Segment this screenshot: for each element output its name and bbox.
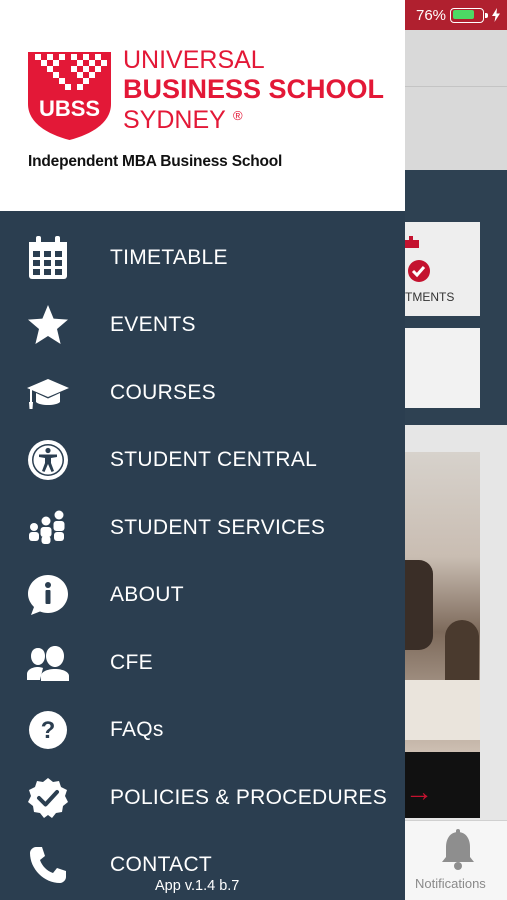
star-icon — [26, 303, 70, 347]
menu-label-cfe: CFE — [110, 650, 153, 674]
menu-item-student-services[interactable]: STUDENT SERVICES — [0, 494, 405, 562]
logo-line-business-school: BUSINESS SCHOOL — [123, 74, 384, 104]
battery-percent: 76% — [416, 6, 447, 24]
menu-label-student-central: STUDENT CENTRAL — [110, 448, 318, 472]
background-divider — [405, 86, 507, 87]
drawer-header: UBSS UNIVERSAL BUSINESS SCHOOL SYDNEY ® … — [0, 0, 405, 211]
menu-item-policies-procedures[interactable]: POLICIES & PROCEDURES — [0, 764, 405, 832]
menu-item-timetable[interactable]: TIMETABLE — [0, 224, 405, 292]
app-version: App v.1.4 b.7 — [155, 878, 240, 894]
tab-notifications-label[interactable]: Notifications — [415, 876, 486, 891]
background-card[interactable] — [405, 328, 480, 408]
menu-item-events[interactable]: EVENTS — [0, 292, 405, 360]
bell-icon[interactable] — [438, 828, 478, 872]
menu-label-faqs: FAQs — [110, 718, 164, 742]
battery-nub — [485, 12, 489, 18]
navigation-drawer: UBSS UNIVERSAL BUSINESS SCHOOL SYDNEY ® … — [0, 0, 405, 900]
info-bubble-icon — [26, 573, 70, 617]
menu-label-timetable: TIMETABLE — [110, 245, 228, 269]
battery-icon — [450, 7, 489, 23]
menu-item-cfe[interactable]: CFE — [0, 629, 405, 697]
user-group-icon — [26, 641, 70, 685]
logo-line-universal: UNIVERSAL — [123, 46, 265, 74]
background-app: TMENTS → Notifications — [405, 0, 507, 900]
badge-check-icon — [26, 776, 70, 820]
menu-item-faqs[interactable]: ? FAQs — [0, 697, 405, 765]
menu-item-about[interactable]: ABOUT — [0, 562, 405, 630]
users-icon — [26, 506, 70, 550]
battery-fill — [452, 10, 474, 19]
menu-label-contact: CONTACT — [110, 853, 213, 877]
logo-line-sydney: SYDNEY — [123, 106, 226, 134]
calendar-icon — [26, 235, 70, 280]
menu-item-student-central[interactable]: STUDENT CENTRAL — [0, 427, 405, 495]
background-card-label: TMENTS — [405, 290, 455, 304]
phone-icon — [26, 843, 70, 887]
question-icon: ? — [26, 708, 70, 752]
background-photo-figure — [405, 560, 433, 650]
menu-label-policies-procedures: POLICIES & PROCEDURES — [110, 785, 388, 809]
graduation-cap-icon — [26, 371, 70, 415]
accessibility-icon — [26, 438, 70, 482]
background-photo-table — [405, 680, 480, 740]
tagline: Independent MBA Business School — [28, 153, 283, 170]
status-bar: 76% — [408, 4, 507, 26]
svg-text:UBSS: UBSS — [39, 96, 100, 121]
logo-registered-mark: ® — [233, 108, 243, 123]
charging-bolt-icon — [492, 8, 501, 22]
logo-shield: UBSS — [28, 52, 111, 140]
arrow-right-icon[interactable]: → — [405, 778, 433, 806]
menu-label-courses: COURSES — [110, 380, 216, 404]
background-nav-bar — [405, 30, 507, 170]
calendar-check-icon — [405, 236, 430, 282]
menu-label-student-services: STUDENT SERVICES — [110, 515, 326, 539]
ubss-logo: UBSS UNIVERSAL BUSINESS SCHOOL SYDNEY ® — [28, 46, 384, 140]
menu-label-about: ABOUT — [110, 583, 184, 607]
svg-text:?: ? — [41, 717, 56, 744]
menu-item-courses[interactable]: COURSES — [0, 359, 405, 427]
menu-label-events: EVENTS — [110, 313, 196, 337]
